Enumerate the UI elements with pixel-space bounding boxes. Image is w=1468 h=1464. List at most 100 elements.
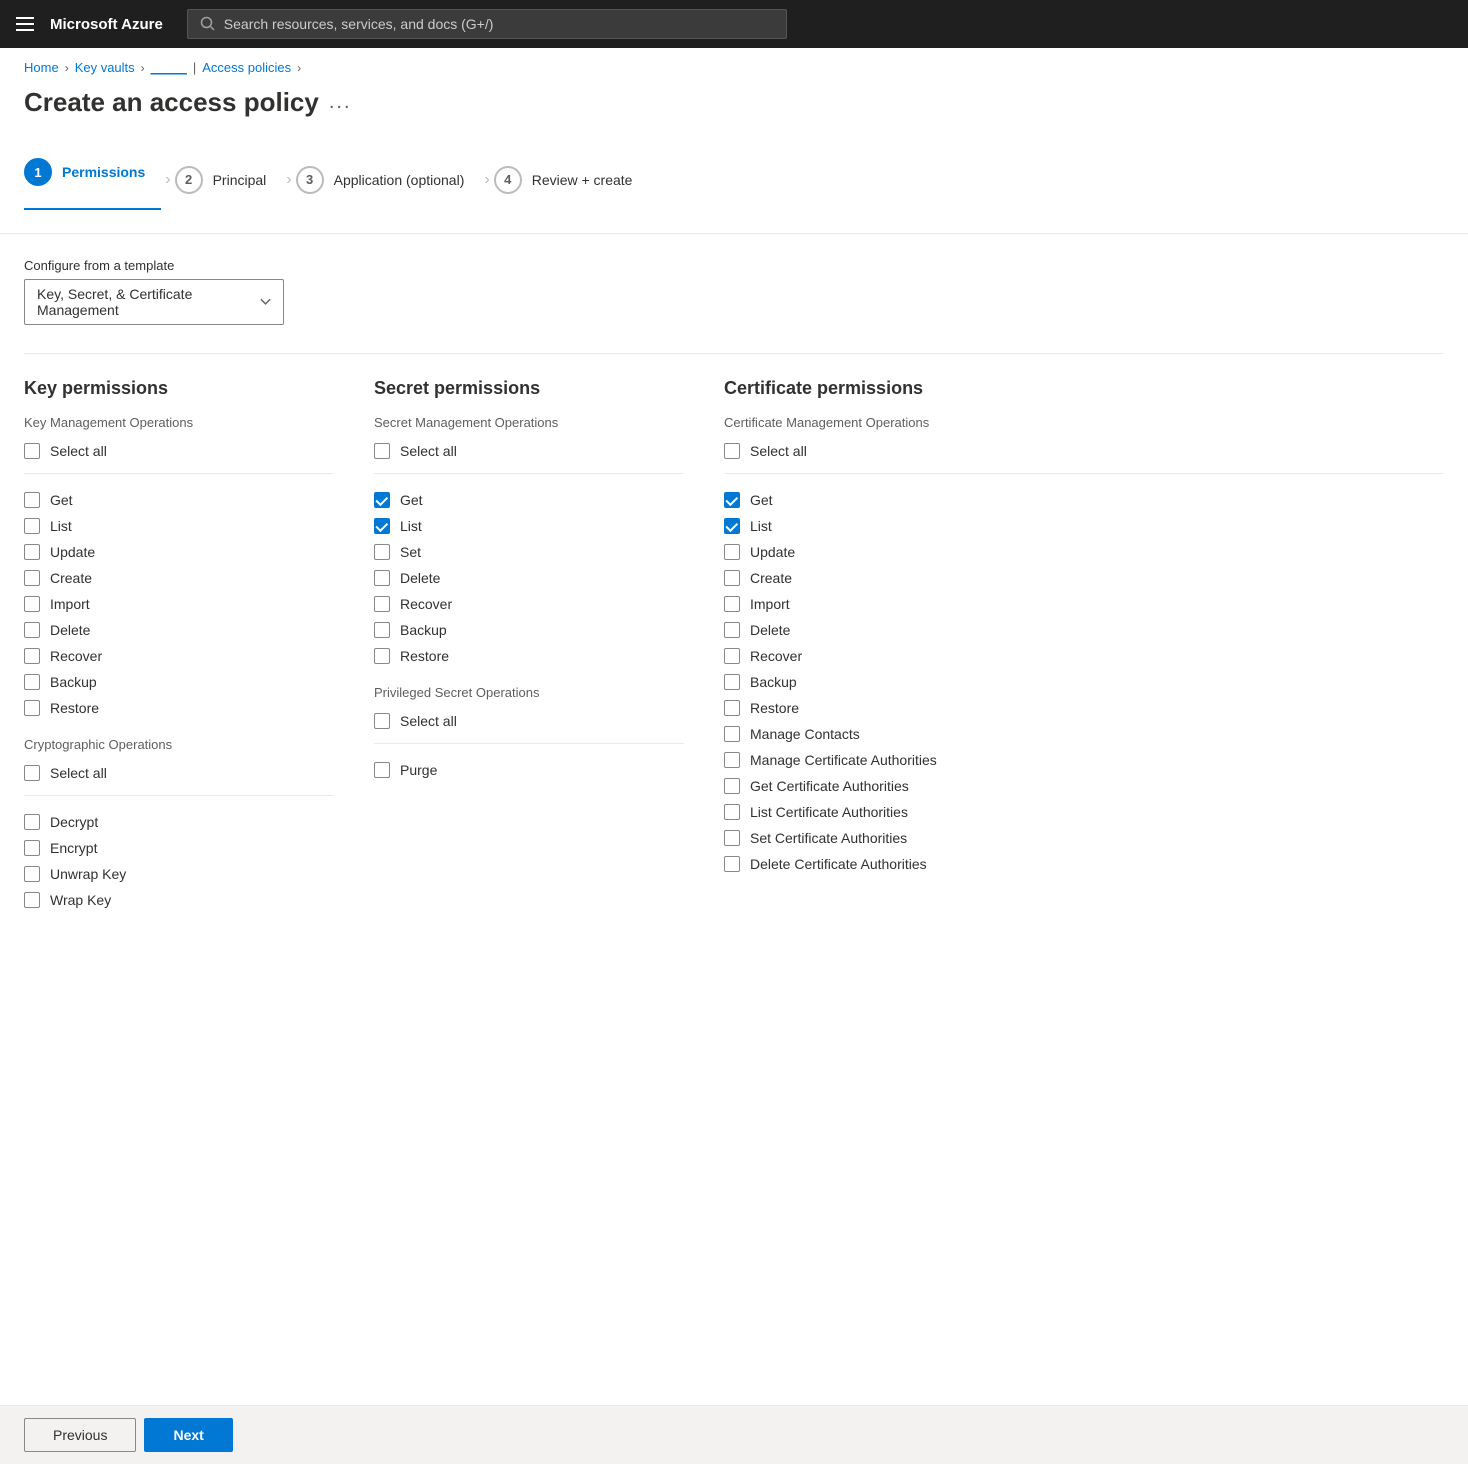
- secret-get-checkbox[interactable]: [374, 492, 390, 508]
- cert-update-checkbox[interactable]: [724, 544, 740, 560]
- cert-delete-ca-checkbox[interactable]: [724, 856, 740, 872]
- secret-purge-checkbox[interactable]: [374, 762, 390, 778]
- cert-list-ca-checkbox[interactable]: [724, 804, 740, 820]
- cert-select-all-checkbox[interactable]: [724, 443, 740, 459]
- list-item: [24, 464, 334, 487]
- search-bar[interactable]: Search resources, services, and docs (G+…: [187, 9, 787, 39]
- key-wrap-checkbox[interactable]: [24, 892, 40, 908]
- key-list-checkbox[interactable]: [24, 518, 40, 534]
- list-item: List: [24, 513, 334, 539]
- cert-manage-contacts-checkbox[interactable]: [724, 726, 740, 742]
- step-4-review[interactable]: 4 Review + create: [494, 158, 649, 202]
- key-import-checkbox[interactable]: [24, 596, 40, 612]
- template-section: Configure from a template Key, Secret, &…: [24, 258, 1444, 325]
- key-get-checkbox[interactable]: [24, 492, 40, 508]
- key-decrypt-checkbox[interactable]: [24, 814, 40, 830]
- key-mgmt-list: Select all Get List Update Create: [24, 438, 334, 721]
- list-item: Manage Certificate Authorities: [724, 747, 1444, 773]
- key-encrypt-checkbox[interactable]: [24, 840, 40, 856]
- breadcrumb-home[interactable]: Home: [24, 60, 59, 75]
- cert-manage-contacts-label: Manage Contacts: [750, 726, 860, 742]
- breadcrumb: Home › Key vaults › _____ | Access polic…: [0, 48, 1468, 79]
- key-crypto-select-all-label: Select all: [50, 765, 107, 781]
- list-item: Get: [724, 487, 1444, 513]
- breadcrumb-access-policies[interactable]: Access policies: [202, 60, 291, 75]
- secret-recover-checkbox[interactable]: [374, 596, 390, 612]
- secret-list-checkbox[interactable]: [374, 518, 390, 534]
- list-item: Backup: [724, 669, 1444, 695]
- secret-permissions-header: Secret permissions: [374, 378, 684, 399]
- footer: Previous Next: [0, 1405, 1468, 1464]
- step-2-principal[interactable]: 2 Principal: [175, 158, 283, 202]
- list-item: Import: [24, 591, 334, 617]
- perm-divider: [24, 795, 334, 796]
- secret-backup-checkbox[interactable]: [374, 622, 390, 638]
- step-sep-1-2: ›: [165, 171, 170, 189]
- list-item: Delete: [374, 565, 684, 591]
- cert-list-label: List: [750, 518, 772, 534]
- list-item: Create: [724, 565, 1444, 591]
- step-2-circle: 2: [175, 166, 203, 194]
- topbar: Microsoft Azure Search resources, servic…: [0, 0, 1468, 48]
- list-item: Set: [374, 539, 684, 565]
- secret-list-label: List: [400, 518, 422, 534]
- step-1-permissions[interactable]: 1 Permissions: [24, 150, 161, 210]
- perm-divider: [24, 473, 334, 474]
- cert-restore-checkbox[interactable]: [724, 700, 740, 716]
- next-button[interactable]: Next: [144, 1418, 232, 1452]
- key-create-checkbox[interactable]: [24, 570, 40, 586]
- secret-restore-checkbox[interactable]: [374, 648, 390, 664]
- cert-recover-checkbox[interactable]: [724, 648, 740, 664]
- cert-get-ca-checkbox[interactable]: [724, 778, 740, 794]
- previous-button[interactable]: Previous: [24, 1418, 136, 1452]
- list-item: Restore: [724, 695, 1444, 721]
- key-crypto-select-all-checkbox[interactable]: [24, 765, 40, 781]
- key-create-label: Create: [50, 570, 92, 586]
- cert-list-checkbox[interactable]: [724, 518, 740, 534]
- secret-priv-select-all-checkbox[interactable]: [374, 713, 390, 729]
- step-3-application[interactable]: 3 Application (optional): [296, 158, 481, 202]
- search-placeholder: Search resources, services, and docs (G+…: [224, 16, 494, 32]
- chevron-down-icon: [260, 298, 271, 306]
- breadcrumb-key-vaults[interactable]: Key vaults: [75, 60, 135, 75]
- key-recover-checkbox[interactable]: [24, 648, 40, 664]
- breadcrumb-pipe: |: [193, 60, 196, 75]
- key-backup-checkbox[interactable]: [24, 674, 40, 690]
- list-item: Decrypt: [24, 809, 334, 835]
- breadcrumb-vault-name[interactable]: _____: [151, 60, 187, 75]
- secret-set-checkbox[interactable]: [374, 544, 390, 560]
- more-options-icon[interactable]: ...: [329, 91, 352, 114]
- search-icon: [200, 16, 216, 32]
- secret-privileged-section-header: Privileged Secret Operations: [374, 685, 684, 700]
- cert-get-checkbox[interactable]: [724, 492, 740, 508]
- perm-divider: [724, 473, 1444, 474]
- cert-manage-ca-checkbox[interactable]: [724, 752, 740, 768]
- key-unwrap-checkbox[interactable]: [24, 866, 40, 882]
- key-update-checkbox[interactable]: [24, 544, 40, 560]
- list-item: Get: [374, 487, 684, 513]
- key-crypto-section-header: Cryptographic Operations: [24, 737, 334, 752]
- list-item: Create: [24, 565, 334, 591]
- cert-update-label: Update: [750, 544, 795, 560]
- list-item: Purge: [374, 757, 684, 783]
- template-dropdown[interactable]: Key, Secret, & Certificate Management: [24, 279, 284, 325]
- key-select-all-checkbox[interactable]: [24, 443, 40, 459]
- cert-create-checkbox[interactable]: [724, 570, 740, 586]
- key-list-label: List: [50, 518, 72, 534]
- page-title: Create an access policy: [24, 87, 319, 118]
- key-delete-checkbox[interactable]: [24, 622, 40, 638]
- cert-import-checkbox[interactable]: [724, 596, 740, 612]
- list-item: Select all: [374, 438, 684, 464]
- list-item: Recover: [24, 643, 334, 669]
- secret-delete-checkbox[interactable]: [374, 570, 390, 586]
- cert-restore-label: Restore: [750, 700, 799, 716]
- menu-icon[interactable]: [16, 17, 34, 31]
- list-item: Wrap Key: [24, 887, 334, 913]
- key-restore-checkbox[interactable]: [24, 700, 40, 716]
- cert-set-ca-checkbox[interactable]: [724, 830, 740, 846]
- cert-delete-checkbox[interactable]: [724, 622, 740, 638]
- cert-backup-checkbox[interactable]: [724, 674, 740, 690]
- cert-delete-ca-label: Delete Certificate Authorities: [750, 856, 927, 872]
- list-item: Restore: [24, 695, 334, 721]
- secret-select-all-checkbox[interactable]: [374, 443, 390, 459]
